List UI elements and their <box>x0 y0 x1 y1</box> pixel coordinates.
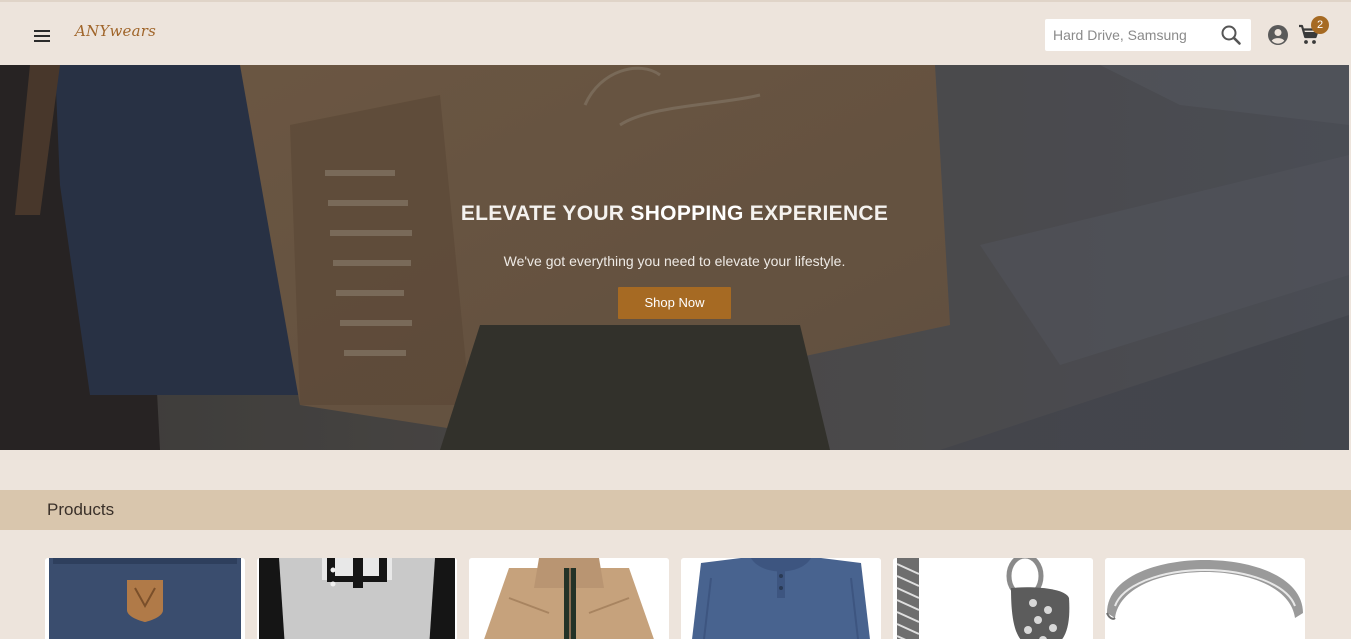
search-button[interactable] <box>1219 23 1243 47</box>
hero-title-bold: SHOPPING <box>630 202 744 225</box>
account-button[interactable] <box>1267 24 1289 46</box>
search-input[interactable] <box>1045 19 1215 51</box>
product-image <box>45 558 245 639</box>
site-logo[interactable]: ANYwears <box>75 22 156 40</box>
search-box <box>1045 19 1251 51</box>
product-card[interactable] <box>257 558 457 639</box>
product-image <box>469 558 669 639</box>
product-image <box>257 558 457 639</box>
products-title: Products <box>47 500 115 519</box>
product-image <box>893 558 1093 639</box>
hero-title-post: EXPERIENCE <box>743 202 889 225</box>
page: { "header": { "logo": "ANYwears", "searc… <box>0 0 1351 639</box>
hero-title-pre: ELEVATE YOUR <box>460 202 631 225</box>
product-list <box>0 558 1351 639</box>
menu-button[interactable] <box>28 22 56 50</box>
product-image <box>681 558 881 639</box>
product-image <box>1105 558 1305 639</box>
product-card[interactable] <box>45 558 245 639</box>
top-navbar: ANYwears 2 <box>0 0 1351 65</box>
menu-icon <box>34 30 50 42</box>
products-section-header: Products <box>0 490 1351 530</box>
hero-subtitle: We've got everything you need to elevate… <box>503 253 846 269</box>
product-card[interactable] <box>1105 558 1305 639</box>
product-card[interactable] <box>681 558 881 639</box>
product-card[interactable] <box>893 558 1093 639</box>
cart-count-badge: 2 <box>1311 16 1329 34</box>
hero-title: ELEVATE YOUR SHOPPING EXPERIENCE <box>0 202 1349 226</box>
account-icon <box>1268 25 1288 45</box>
search-icon <box>1221 25 1241 45</box>
product-card[interactable] <box>469 558 669 639</box>
shop-now-button[interactable]: Shop Now <box>618 287 731 319</box>
hero-banner: ELEVATE YOUR SHOPPING EXPERIENCE We've g… <box>0 65 1349 450</box>
